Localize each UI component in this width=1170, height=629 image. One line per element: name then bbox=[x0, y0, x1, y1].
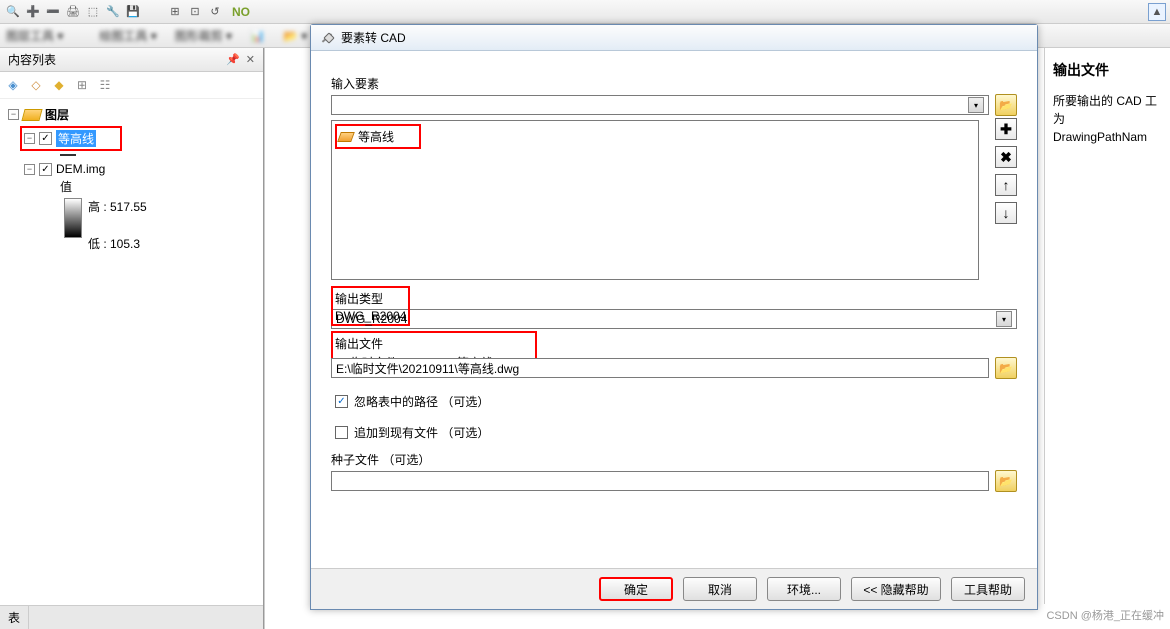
ignore-path-checkbox[interactable]: ✓ bbox=[335, 395, 348, 408]
output-file-label: 输出文件 bbox=[335, 335, 533, 352]
feature-item[interactable]: 等高线 bbox=[335, 124, 421, 149]
menu-item[interactable]: 绘图工具 ▾ bbox=[99, 27, 156, 44]
help-title: 输出文件 bbox=[1053, 60, 1162, 80]
help-panel: 输出文件 所要输出的 CAD 工 为 DrawingPathNam bbox=[1044, 48, 1170, 604]
toolbar-btn[interactable]: ◈ bbox=[3, 75, 23, 95]
tool-icon[interactable]: NO bbox=[232, 5, 250, 19]
dialog-titlebar[interactable]: 要素转 CAD bbox=[311, 25, 1037, 51]
output-type-value: DWG_R2004 bbox=[336, 312, 407, 326]
menu-item[interactable]: 图形裁剪 ▾ bbox=[175, 27, 232, 44]
checkbox[interactable]: ✓ bbox=[39, 132, 52, 145]
expand-icon[interactable]: − bbox=[24, 133, 35, 144]
output-type-label: 输出类型 bbox=[335, 290, 406, 307]
dropdown-arrow-icon[interactable]: ▾ bbox=[996, 311, 1012, 327]
ok-button[interactable]: 确定 bbox=[599, 577, 673, 601]
tree-root[interactable]: 图层 bbox=[45, 106, 69, 123]
add-button[interactable]: ✚ bbox=[995, 118, 1017, 140]
tool-icon[interactable]: ⊡ bbox=[186, 3, 204, 21]
tool-icon[interactable]: 🔧 bbox=[104, 3, 122, 21]
append-checkbox[interactable] bbox=[335, 426, 348, 439]
move-up-button[interactable]: ↑ bbox=[995, 174, 1017, 196]
tab-table[interactable]: 表 bbox=[0, 606, 29, 629]
layer-contour[interactable]: 等高线 bbox=[56, 130, 96, 147]
append-label: 追加到现有文件 （可选） bbox=[354, 424, 489, 441]
tool-icon[interactable]: 💾 bbox=[124, 3, 142, 21]
tool-icon[interactable]: ➕ bbox=[24, 3, 42, 21]
input-features-combo[interactable]: ▾ bbox=[331, 95, 989, 115]
browse-button[interactable]: 📂 bbox=[995, 94, 1017, 116]
expand-icon[interactable]: − bbox=[8, 109, 19, 120]
panel-toolbar: ◈ ◇ ◆ ⊞ ☷ bbox=[0, 72, 263, 99]
dialog-footer: 确定 取消 环境... << 隐藏帮助 工具帮助 bbox=[311, 568, 1037, 609]
icon-toolbar: 🔍 ➕ ➖ 🖨 ⬚ 🔧 💾 ⊞ ⊡ ↺ NO ▲ bbox=[0, 0, 1170, 24]
tool-help-button[interactable]: 工具帮助 bbox=[951, 577, 1025, 601]
menu-item[interactable]: 📂 ▾ bbox=[283, 29, 307, 43]
layers-icon bbox=[21, 109, 42, 121]
panel-title: 内容列表 bbox=[8, 51, 56, 68]
tool-icon[interactable]: ⊞ bbox=[166, 3, 184, 21]
remove-button[interactable]: ✖ bbox=[995, 146, 1017, 168]
dropdown-arrow-icon[interactable]: ▾ bbox=[968, 97, 984, 113]
toolbar-btn[interactable]: ☷ bbox=[95, 75, 115, 95]
help-text: 所要输出的 CAD 工 为 DrawingPathNam bbox=[1053, 92, 1162, 146]
high-value: 高 : 517.55 bbox=[88, 198, 147, 215]
low-value: 低 : 105.3 bbox=[88, 235, 147, 252]
tool-icon[interactable]: ➖ bbox=[44, 3, 62, 21]
gradient-symbol bbox=[64, 198, 82, 238]
toolbar-btn[interactable]: ⊞ bbox=[72, 75, 92, 95]
export-cad-dialog: 要素转 CAD 输入要素 ▾ 📂 等高线 ✚ ✖ ↑ ↓ bbox=[310, 24, 1038, 610]
feature-name: 等高线 bbox=[358, 128, 394, 145]
watermark: CSDN @杨港_正在缓冲 bbox=[1046, 607, 1164, 623]
tool-icon[interactable]: 🔍 bbox=[4, 3, 22, 21]
input-features-label: 输入要素 bbox=[331, 75, 1017, 92]
menu-item[interactable]: 📊 bbox=[250, 29, 265, 43]
line-symbol bbox=[60, 154, 76, 156]
tool-script-icon bbox=[319, 30, 335, 46]
tool-icon[interactable]: ↺ bbox=[206, 3, 224, 21]
toolbar-btn[interactable]: ◆ bbox=[49, 75, 69, 95]
feature-icon bbox=[337, 132, 355, 142]
seed-file-label: 种子文件 （可选） bbox=[331, 451, 1017, 468]
tool-icon[interactable]: ⬚ bbox=[84, 3, 102, 21]
toolbar-btn[interactable]: ◇ bbox=[26, 75, 46, 95]
dialog-title-text: 要素转 CAD bbox=[341, 29, 406, 46]
features-listbox[interactable]: 等高线 bbox=[331, 120, 979, 280]
ignore-path-label: 忽略表中的路径 （可选） bbox=[354, 393, 489, 410]
left-tabs: 表 bbox=[0, 605, 263, 629]
hide-help-button[interactable]: << 隐藏帮助 bbox=[851, 577, 941, 601]
layer-dem[interactable]: DEM.img bbox=[56, 162, 105, 176]
layer-tree: − 图层 − ✓ 等高线 − ✓ DEM.img 值 bbox=[0, 99, 263, 605]
seed-file-input[interactable] bbox=[331, 471, 989, 491]
output-file-value: E:\临时文件\20210911\等高线.dwg bbox=[336, 360, 519, 377]
expand-icon[interactable]: − bbox=[24, 164, 35, 175]
browse-button[interactable]: 📂 bbox=[995, 470, 1017, 492]
tool-icon[interactable]: 🖨 bbox=[64, 3, 82, 21]
menu-item[interactable]: 图层工具 ▾ bbox=[6, 27, 63, 44]
pin-icon[interactable]: 📌 bbox=[226, 53, 240, 66]
content-panel: 内容列表 📌 ✕ ◈ ◇ ◆ ⊞ ☷ − 图层 − ✓ 等高线 bbox=[0, 48, 264, 629]
panel-header: 内容列表 📌 ✕ bbox=[0, 48, 263, 72]
output-type-combo[interactable]: DWG_R2004 ▾ bbox=[331, 309, 1017, 329]
cancel-button[interactable]: 取消 bbox=[683, 577, 757, 601]
checkbox[interactable]: ✓ bbox=[39, 163, 52, 176]
environment-button[interactable]: 环境... bbox=[767, 577, 841, 601]
output-file-input[interactable]: E:\临时文件\20210911\等高线.dwg bbox=[331, 358, 989, 378]
value-label: 值 bbox=[60, 178, 72, 195]
pointer-icon[interactable]: ▲ bbox=[1148, 3, 1166, 21]
move-down-button[interactable]: ↓ bbox=[995, 202, 1017, 224]
close-icon[interactable]: ✕ bbox=[246, 53, 255, 66]
browse-button[interactable]: 📂 bbox=[995, 357, 1017, 379]
